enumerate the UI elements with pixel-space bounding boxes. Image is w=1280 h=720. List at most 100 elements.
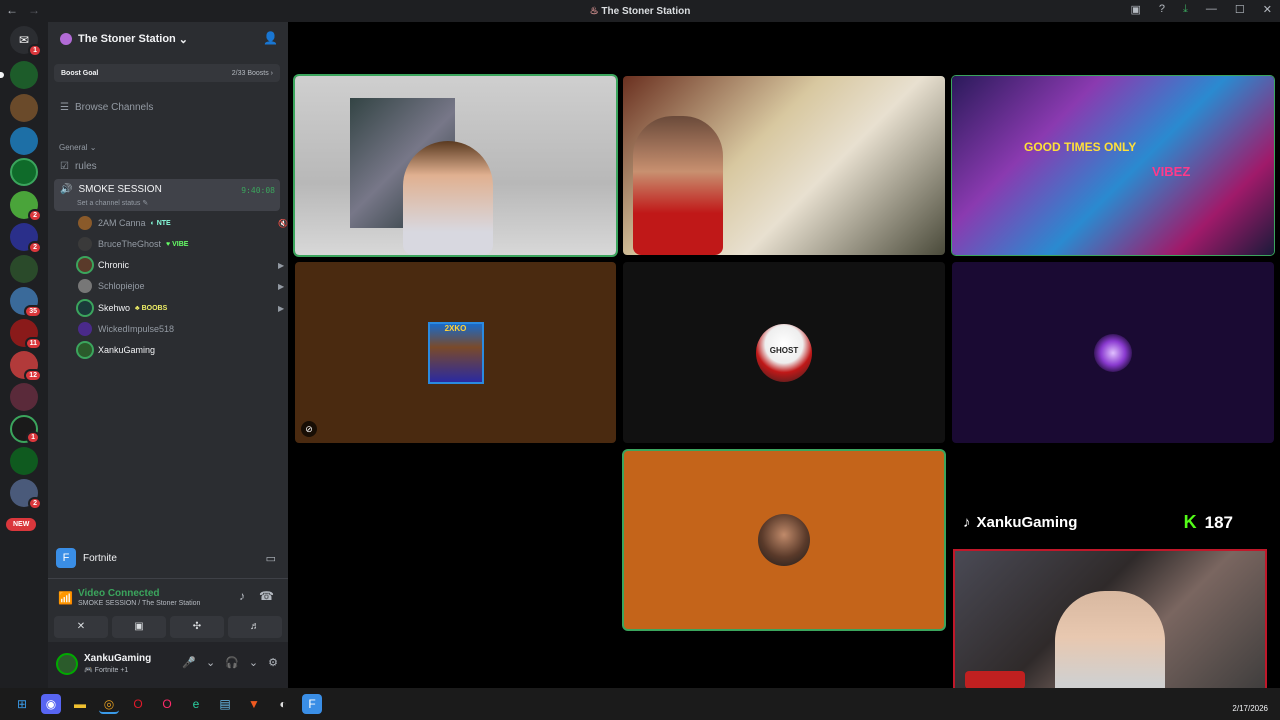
- person-webcam: [633, 116, 723, 255]
- boost-goal-label: Boost Goal: [61, 69, 99, 77]
- set-channel-status[interactable]: Set a channel status ✎: [77, 199, 148, 207]
- video-tile-webcam-2[interactable]: [623, 76, 945, 255]
- server-rail: ✉ 1 2 2 35 11 12 1 2 NEW: [0, 22, 48, 688]
- server-icon[interactable]: 1: [10, 415, 40, 444]
- activity-panel[interactable]: F Fortnite ▭: [54, 542, 282, 574]
- video-tile-webcam-1[interactable]: [295, 76, 616, 255]
- avatar: [78, 343, 92, 357]
- chrome-icon[interactable]: ◎: [99, 694, 119, 714]
- server-icon[interactable]: 2: [10, 479, 42, 510]
- download-icon[interactable]: ⤓: [1183, 3, 1188, 16]
- avatar-label: GHOST: [769, 345, 799, 355]
- opera-gx-icon[interactable]: O: [157, 694, 177, 714]
- new-pill[interactable]: NEW: [6, 518, 37, 531]
- stream-vibez-text: VIBEZ: [1152, 164, 1191, 179]
- titlebar-controls: ▣ ? ⤓ — ☐ ✕: [1131, 3, 1273, 16]
- voice-user[interactable]: WickedImpulse518: [78, 320, 174, 338]
- maximize-icon[interactable]: ☐: [1235, 3, 1245, 16]
- brave-icon[interactable]: ▼: [244, 694, 264, 714]
- avatar[interactable]: [56, 653, 78, 675]
- voice-user[interactable]: 2AM Canna ◐ NTE 🔇 🎧: [78, 214, 300, 232]
- share-screen-icon[interactable]: ▭: [266, 552, 276, 565]
- server-icon[interactable]: 11: [10, 319, 42, 350]
- edge-icon[interactable]: e: [186, 694, 206, 714]
- help-icon[interactable]: ?: [1159, 3, 1165, 16]
- video-tile-avatar-2xko[interactable]: 2XKO ⊘: [295, 262, 616, 443]
- guild-header[interactable]: The Stoner Station ⌄ 👤: [48, 22, 288, 56]
- tiktok-handle: ♪ XankuGaming: [963, 514, 1078, 531]
- server-icon[interactable]: [10, 127, 38, 155]
- channel-sidebar: The Stoner Station ⌄ 👤 Boost Goal 2/33 B…: [48, 22, 300, 688]
- notification-badge: 11: [24, 337, 42, 350]
- discord-taskbar-icon[interactable]: ◉: [41, 694, 61, 714]
- inbox-icon[interactable]: ▣: [1131, 3, 1141, 16]
- activity-game: Fortnite: [83, 552, 117, 564]
- avatar: [78, 301, 92, 315]
- turn-off-camera-button[interactable]: ✕: [54, 616, 108, 638]
- headphones-icon[interactable]: 🎧: [225, 656, 239, 669]
- server-icon[interactable]: [0, 61, 38, 89]
- notepad-icon[interactable]: ▤: [215, 694, 235, 714]
- share-screen-button[interactable]: ▣: [112, 616, 166, 638]
- chevron-down-icon[interactable]: ⌄: [206, 656, 215, 669]
- browse-channels[interactable]: ☰ Browse Channels: [60, 102, 153, 113]
- rtc-status: Video Connected: [78, 588, 160, 599]
- obs-icon[interactable]: ◐: [273, 694, 293, 714]
- voice-channel-name: 🔊 SMOKE SESSION: [60, 184, 162, 195]
- soundboard-button[interactable]: ♬: [228, 616, 282, 638]
- voice-user[interactable]: XankuGaming: [78, 341, 155, 359]
- voice-user[interactable]: Chronic ▶: [78, 256, 284, 274]
- fortnite-taskbar-icon[interactable]: F: [302, 694, 322, 714]
- server-icon[interactable]: 35: [10, 287, 42, 318]
- kick-icon: K: [1183, 512, 1197, 532]
- person-webcam: [403, 141, 493, 255]
- minimize-icon[interactable]: —: [1206, 3, 1217, 16]
- user-tag: ♣ BOOBS: [135, 304, 168, 312]
- server-icon[interactable]: [10, 383, 38, 411]
- disconnect-icon[interactable]: ☎: [259, 589, 274, 603]
- unread-dot: [0, 72, 4, 78]
- close-icon[interactable]: ✕: [1263, 3, 1272, 16]
- video-icon: ▶: [278, 303, 285, 313]
- microphone-icon[interactable]: 🎤: [182, 656, 196, 669]
- discord-home-icon[interactable]: ✉ 1: [10, 26, 42, 57]
- chevron-down-icon[interactable]: ⌄: [249, 656, 258, 669]
- server-icon[interactable]: 2: [10, 191, 42, 222]
- noise-suppression-icon[interactable]: ♪: [239, 589, 245, 603]
- voice-user[interactable]: BruceTheGhost ♥ VIBE: [78, 235, 188, 253]
- category-general[interactable]: General ⌄: [59, 143, 96, 152]
- stream-overlay: ♪ XankuGaming K 187: [963, 510, 1263, 540]
- opera-icon[interactable]: O: [128, 694, 148, 714]
- notification-badge: 1: [28, 44, 42, 57]
- video-tile-avatar-orange[interactable]: [624, 451, 944, 629]
- server-icon[interactable]: [10, 447, 38, 475]
- invite-people-icon[interactable]: 👤: [263, 31, 278, 45]
- window-titlebar: ← → ♨ The Stoner Station ▣ ? ⤓ — ☐ ✕: [0, 0, 1280, 22]
- video-tile-avatar-ghost[interactable]: GHOST: [623, 262, 945, 443]
- activities-button[interactable]: ✣: [170, 616, 224, 638]
- boost-goal-bar[interactable]: Boost Goal 2/33 Boosts ›: [54, 64, 280, 82]
- file-explorer-icon[interactable]: ▬: [70, 694, 90, 714]
- rtc-location[interactable]: SMOKE SESSION / The Stoner Station: [78, 600, 200, 607]
- server-icon[interactable]: [10, 158, 38, 186]
- taskbar-clock[interactable]: 2/17/2026: [1232, 704, 1268, 713]
- user-status: 🎮 Fortnite +1: [84, 667, 129, 674]
- voice-user[interactable]: Schlopiejoe ▶: [78, 277, 284, 295]
- server-icon[interactable]: [10, 94, 38, 122]
- avatar: [78, 258, 92, 272]
- voice-user[interactable]: Skehwo ♣ BOOBS ▶: [78, 299, 284, 317]
- video-tile-stream[interactable]: GOOD TIMES ONLY VIBEZ: [952, 76, 1274, 255]
- windows-start-icon[interactable]: ⊞: [12, 694, 32, 714]
- server-icon[interactable]: 12: [10, 351, 42, 382]
- video-tile-avatar-wolf[interactable]: [952, 262, 1274, 443]
- server-icon[interactable]: 2: [10, 223, 42, 254]
- user-name[interactable]: XankuGaming: [84, 653, 151, 664]
- settings-gear-icon[interactable]: ⚙: [268, 656, 278, 669]
- camera-off-icon: ⊘: [301, 421, 317, 437]
- server-icon[interactable]: [10, 255, 38, 283]
- channel-label: rules: [74, 161, 97, 172]
- voice-channel-smoke-session[interactable]: 🔊 SMOKE SESSION Set a channel status ✎ 9…: [54, 179, 280, 211]
- signal-icon[interactable]: 📶: [58, 591, 73, 605]
- channel-rules[interactable]: ☑ rules: [60, 161, 97, 172]
- avatar: [78, 322, 92, 336]
